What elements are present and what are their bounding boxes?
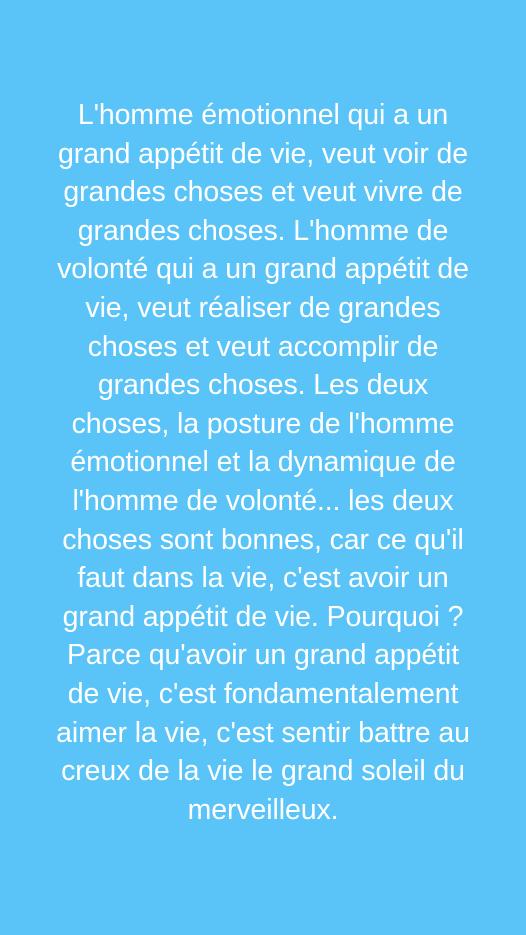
quote-line: choses sont bonnes, car ce qu'il <box>62 523 464 556</box>
quote-line: L'homme émotionnel qui a un <box>77 99 449 131</box>
quote-line: choses et veut accomplir de <box>87 330 439 363</box>
quote-line: volonté qui a un grand appétit de <box>57 253 469 286</box>
quote-line: vie, veut réaliser de grandes <box>85 291 441 324</box>
quote-line: grandes choses et veut vivre de <box>63 176 463 209</box>
quote-line: grandes choses. L'homme de <box>77 214 449 247</box>
quote-line: choses, la posture de l'homme <box>71 407 455 440</box>
quote-line: grand appétit de vie. Pourquoi ? <box>62 600 464 633</box>
quote-line: faut dans la vie, c'est avoir un <box>77 562 449 595</box>
quote-line: l'homme de volonté... les deux <box>72 484 454 517</box>
quote-line: aimer la vie, c'est sentir battre au <box>56 716 470 749</box>
quote-line: grand appétit de vie, veut voir de <box>57 137 469 170</box>
quote-line: creux de la vie le grand soleil du <box>61 755 465 788</box>
quote-line: de vie, c'est fondamentalement <box>67 677 459 710</box>
quote-card: L'homme émotionnel qui a un grand appéti… <box>0 0 526 935</box>
quote-line: merveilleux. <box>187 793 339 826</box>
quote-text: L'homme émotionnel qui a un grand appéti… <box>14 96 512 829</box>
quote-line: Parce qu'avoir un grand appétit <box>66 639 460 672</box>
quote-line: grandes choses. Les deux <box>97 369 429 402</box>
quote-line: émotionnel et la dynamique de <box>70 446 456 479</box>
